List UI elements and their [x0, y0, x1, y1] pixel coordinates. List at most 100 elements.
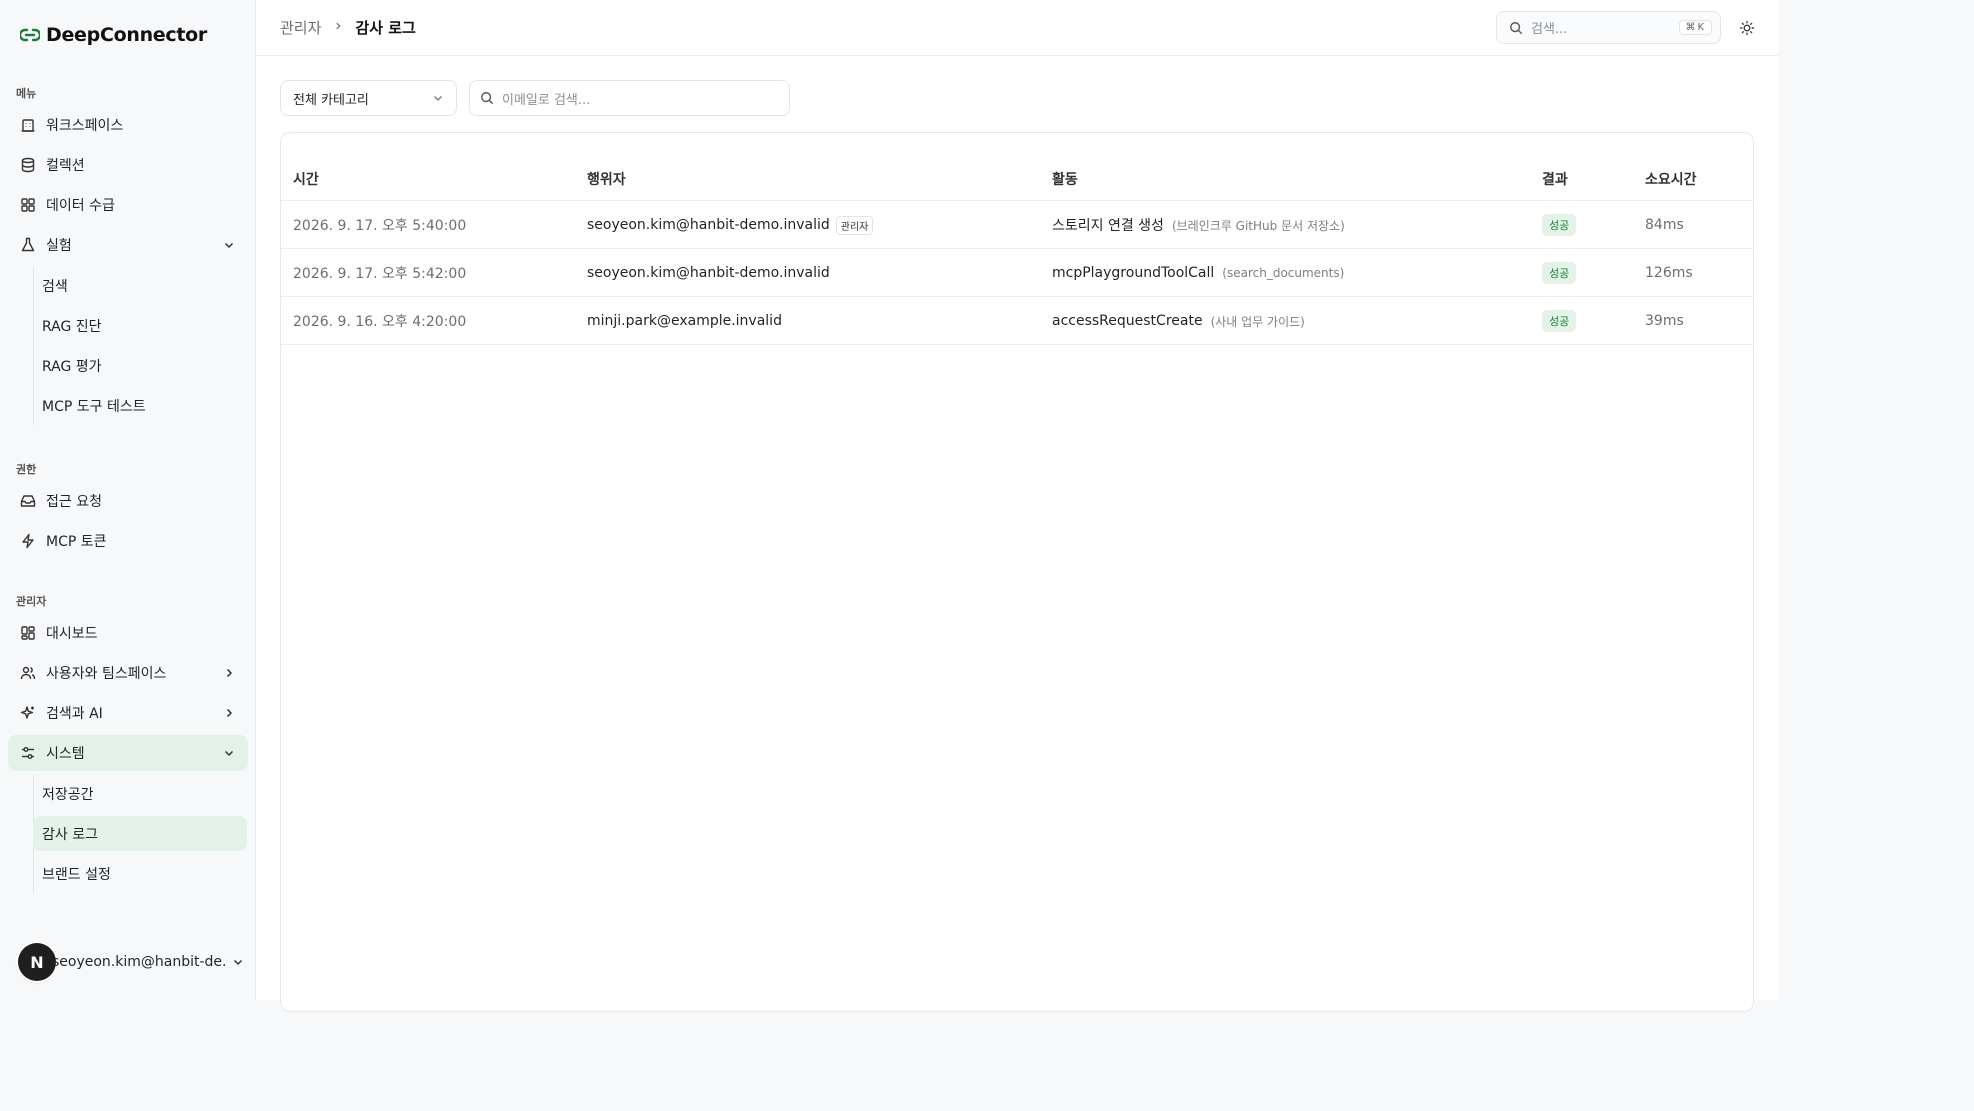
brand-logo[interactable]: DeepConnector: [20, 24, 207, 46]
flask-icon: [20, 237, 36, 253]
sidebar-item-workspace[interactable]: 워크스페이스: [8, 107, 248, 143]
theme-toggle-button[interactable]: [1736, 17, 1758, 39]
table-header: 시간 행위자 활동 결과 소요시간: [281, 133, 1753, 201]
sidebar-item-label: 실험: [46, 238, 72, 254]
chevron-down-icon: [232, 956, 244, 968]
dashboard-icon: [20, 625, 36, 641]
email-search-placeholder: 이메일로 검색...: [502, 92, 591, 108]
chevron-down-icon: [222, 746, 236, 760]
sidebar-item-collection[interactable]: 컬렉션: [8, 147, 248, 183]
sidebar-subitem-rag-diagnosis[interactable]: RAG 진단: [33, 308, 247, 343]
column-header-duration: 소요시간: [1645, 172, 1697, 188]
sidebar-item-experiment[interactable]: 실험: [8, 227, 248, 263]
search-icon: [480, 91, 494, 105]
sidebar-subitem-rag-eval[interactable]: RAG 평가: [33, 348, 247, 383]
sidebar-item-label: 대시보드: [46, 626, 98, 642]
sidebar-item-label: 워크스페이스: [46, 118, 124, 134]
sidebar-subitem-audit-log[interactable]: 감사 로그: [33, 816, 247, 851]
activity-detail: (search_documents): [1222, 266, 1345, 280]
permission-group-title: 권한: [16, 463, 37, 476]
app-window: DeepConnector 메뉴 워크스페이스 컬렉션 데이터 수급 실험 검색…: [0, 0, 1778, 1012]
user-email: seoyeon.kim@hanbit-de...: [52, 954, 226, 970]
row-activity: 스토리지 연결 생성 (브레인크루 GitHub 문서 저장소): [1052, 201, 1345, 249]
inbox-icon: [20, 493, 36, 509]
settings-icon: [20, 745, 36, 761]
row-duration: 39ms: [1645, 313, 1684, 329]
breadcrumb-parent[interactable]: 관리자: [280, 17, 321, 38]
bolt-icon: [20, 533, 36, 549]
sidebar-item-search-ai[interactable]: 검색과 AI: [8, 695, 248, 731]
row-actor: seoyeon.kim@hanbit-demo.invalid: [587, 249, 830, 297]
table-row[interactable]: 2026. 9. 17. 오후 5:42:00 seoyeon.kim@hanb…: [281, 249, 1753, 297]
sidebar-item-label: 시스템: [46, 746, 85, 762]
menu-group-title: 메뉴: [16, 87, 37, 100]
row-result: 성공: [1542, 201, 1577, 249]
chevron-right-icon: [333, 20, 343, 35]
column-header-result: 결과: [1542, 172, 1568, 188]
database-icon: [20, 157, 36, 173]
search-placeholder: 검색...: [1531, 22, 1568, 37]
sun-icon: [1739, 20, 1755, 36]
building-icon: [20, 117, 36, 133]
row-result: 성공: [1542, 249, 1577, 297]
sidebar-subitem-search[interactable]: 검색: [33, 268, 247, 303]
row-duration: 84ms: [1645, 217, 1684, 233]
global-search-input[interactable]: 검색... ⌘K: [1496, 11, 1721, 44]
sidebar-item-label: 데이터 수급: [46, 198, 115, 214]
chevron-down-icon: [432, 92, 444, 104]
sidebar-item-users-teamspaces[interactable]: 사용자와 팀스페이스: [8, 655, 248, 691]
avatar[interactable]: N: [18, 943, 56, 981]
sidebar-subitem-mcp-tool-test[interactable]: MCP 도구 테스트: [33, 388, 247, 423]
column-header-actor: 행위자: [587, 172, 626, 188]
activity-detail: (브레인크루 GitHub 문서 저장소): [1171, 218, 1345, 233]
row-time: 2026. 9. 17. 오후 5:40:00: [293, 218, 467, 234]
sidebar-item-dashboard[interactable]: 대시보드: [8, 615, 248, 651]
logo-icon: [20, 28, 40, 42]
row-activity: accessRequestCreate (사내 업무 가이드): [1052, 297, 1305, 345]
chevron-down-icon: [222, 238, 236, 252]
grid-icon: [20, 197, 36, 213]
sidebar-subitem-storage[interactable]: 저장공간: [33, 776, 247, 811]
category-select[interactable]: 전체 카테고리: [280, 80, 457, 116]
sidebar-item-access-request[interactable]: 접근 요청: [8, 483, 248, 519]
activity-name: mcpPlaygroundToolCall: [1052, 265, 1215, 281]
row-actor: minji.park@example.invalid: [587, 297, 782, 345]
sidebar-item-label: 검색과 AI: [46, 706, 103, 722]
sidebar-item-system[interactable]: 시스템: [8, 735, 248, 771]
brand-name: DeepConnector: [46, 24, 207, 46]
activity-detail: (사내 업무 가이드): [1210, 314, 1305, 329]
search-icon: [1509, 21, 1523, 35]
topbar: 관리자 감사 로그 검색... ⌘K: [256, 0, 1778, 56]
sidebar: DeepConnector 메뉴 워크스페이스 컬렉션 데이터 수급 실험 검색…: [0, 0, 256, 1000]
sidebar-item-label: 사용자와 팀스페이스: [46, 666, 167, 682]
sidebar-item-mcp-token[interactable]: MCP 토큰: [8, 523, 248, 559]
admin-badge: 관리자: [835, 215, 874, 235]
actor-email: minji.park@example.invalid: [587, 313, 782, 329]
status-badge: 성공: [1542, 214, 1577, 236]
row-result: 성공: [1542, 297, 1577, 345]
status-badge: 성공: [1542, 310, 1577, 332]
status-badge: 성공: [1542, 262, 1577, 284]
activity-name: accessRequestCreate: [1052, 313, 1203, 329]
breadcrumb: 관리자 감사 로그: [280, 17, 416, 38]
row-activity: mcpPlaygroundToolCall (search_documents): [1052, 249, 1344, 297]
row-time: 2026. 9. 16. 오후 4:20:00: [293, 314, 467, 330]
user-menu[interactable]: N seoyeon.kim@hanbit-de...: [18, 943, 244, 981]
audit-log-table: 시간 행위자 활동 결과 소요시간 2026. 9. 17. 오후 5:40:0…: [280, 132, 1754, 1012]
column-header-activity: 활동: [1052, 172, 1078, 188]
table-row[interactable]: 2026. 9. 17. 오후 5:40:00 seoyeon.kim@hanb…: [281, 201, 1753, 249]
sidebar-item-label: 접근 요청: [46, 494, 102, 510]
shortcut-hint: ⌘K: [1679, 20, 1712, 35]
sidebar-subitem-brand-settings[interactable]: 브랜드 설정: [33, 856, 247, 891]
sidebar-item-label: MCP 토큰: [46, 534, 107, 550]
sidebar-item-label: 컬렉션: [46, 158, 85, 174]
users-icon: [20, 665, 36, 681]
email-search-input[interactable]: 이메일로 검색...: [469, 80, 790, 116]
chevron-right-icon: [222, 666, 236, 680]
actor-email: seoyeon.kim@hanbit-demo.invalid: [587, 265, 830, 281]
main-content: 관리자 감사 로그 검색... ⌘K 전체 카테고리 이메일로 검색... 시간…: [256, 0, 1778, 1012]
table-row[interactable]: 2026. 9. 16. 오후 4:20:00 minji.park@examp…: [281, 297, 1753, 345]
sidebar-item-data-ingest[interactable]: 데이터 수급: [8, 187, 248, 223]
category-select-value: 전체 카테고리: [293, 92, 369, 108]
sparkle-icon: [20, 705, 36, 721]
